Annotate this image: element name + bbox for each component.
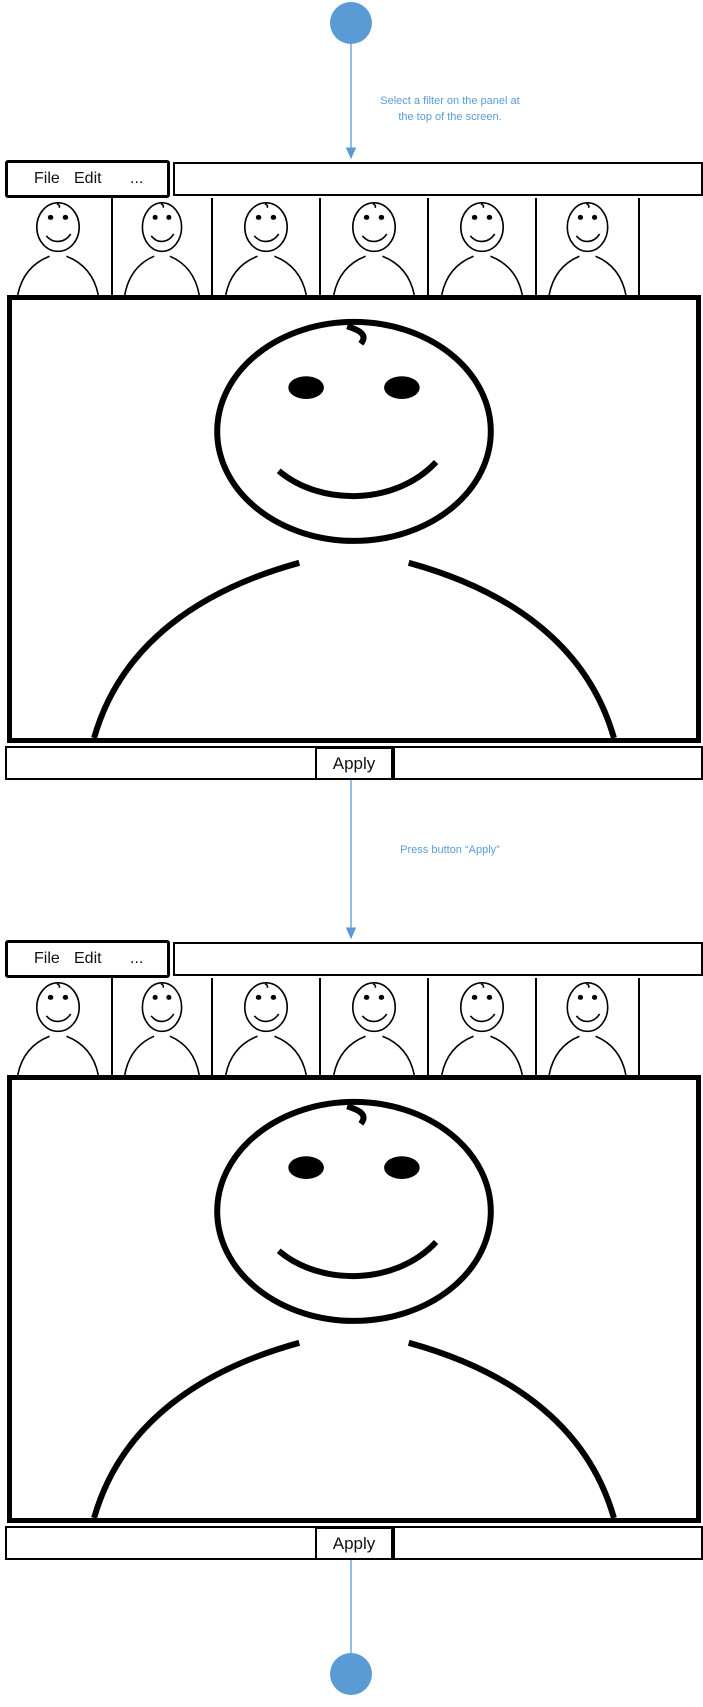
apply-button[interactable]: Apply bbox=[315, 1527, 395, 1560]
menu-bar: File Edit ... bbox=[5, 160, 170, 198]
toolbar-strip bbox=[173, 942, 703, 976]
smiley-face-icon bbox=[429, 978, 535, 1075]
filter-thumbnail[interactable] bbox=[321, 978, 429, 1075]
toolbar-strip bbox=[173, 162, 703, 196]
screen-before-apply: File Edit ... Apply bbox=[5, 160, 703, 780]
filter-thumbnail[interactable] bbox=[5, 978, 113, 1075]
smiley-face-icon bbox=[537, 198, 638, 295]
filter-thumbnail[interactable] bbox=[213, 198, 321, 295]
menu-edit[interactable]: Edit bbox=[74, 950, 102, 968]
smiley-face-icon bbox=[213, 978, 319, 1075]
smiley-face-icon bbox=[537, 978, 638, 1075]
filter-thumbnail[interactable] bbox=[113, 978, 213, 1075]
start-node bbox=[330, 2, 372, 44]
screen-after-apply: File Edit ... Apply bbox=[5, 940, 703, 1560]
smiley-face-icon bbox=[113, 198, 211, 295]
image-preview bbox=[7, 295, 701, 743]
filter-thumbnail[interactable] bbox=[537, 978, 640, 1075]
smiley-face-icon bbox=[429, 198, 535, 295]
end-node bbox=[330, 1653, 372, 1695]
smiley-face-icon bbox=[5, 978, 111, 1075]
menu-file[interactable]: File bbox=[34, 950, 60, 968]
filter-thumbnail[interactable] bbox=[5, 198, 113, 295]
apply-button[interactable]: Apply bbox=[315, 747, 395, 780]
image-preview bbox=[7, 1075, 701, 1523]
smiley-face-icon bbox=[12, 300, 696, 738]
filter-thumbnail-panel bbox=[5, 198, 703, 295]
filter-thumbnail[interactable] bbox=[213, 978, 321, 1075]
filter-thumbnail[interactable] bbox=[321, 198, 429, 295]
smiley-face-icon bbox=[321, 198, 427, 295]
menu-more[interactable]: ... bbox=[130, 170, 143, 188]
menu-file[interactable]: File bbox=[34, 170, 60, 188]
menu-bar: File Edit ... bbox=[5, 940, 170, 978]
smiley-face-icon bbox=[213, 198, 319, 295]
menu-edit[interactable]: Edit bbox=[74, 170, 102, 188]
smiley-face-icon bbox=[321, 978, 427, 1075]
smiley-face-icon bbox=[5, 198, 111, 295]
filter-thumbnail-panel bbox=[5, 978, 703, 1075]
annotation-press-apply: Press button “Apply” bbox=[400, 844, 500, 856]
filter-thumbnail[interactable] bbox=[429, 198, 537, 295]
annotation-select-filter: Select a filter on the panel at the top … bbox=[380, 95, 520, 123]
bottom-bar: Apply bbox=[5, 746, 703, 780]
menu-more[interactable]: ... bbox=[130, 950, 143, 968]
smiley-face-icon bbox=[12, 1080, 696, 1518]
smiley-face-icon bbox=[113, 978, 211, 1075]
bottom-bar: Apply bbox=[5, 1526, 703, 1560]
filter-thumbnail[interactable] bbox=[537, 198, 640, 295]
filter-thumbnail[interactable] bbox=[113, 198, 213, 295]
filter-thumbnail[interactable] bbox=[429, 978, 537, 1075]
